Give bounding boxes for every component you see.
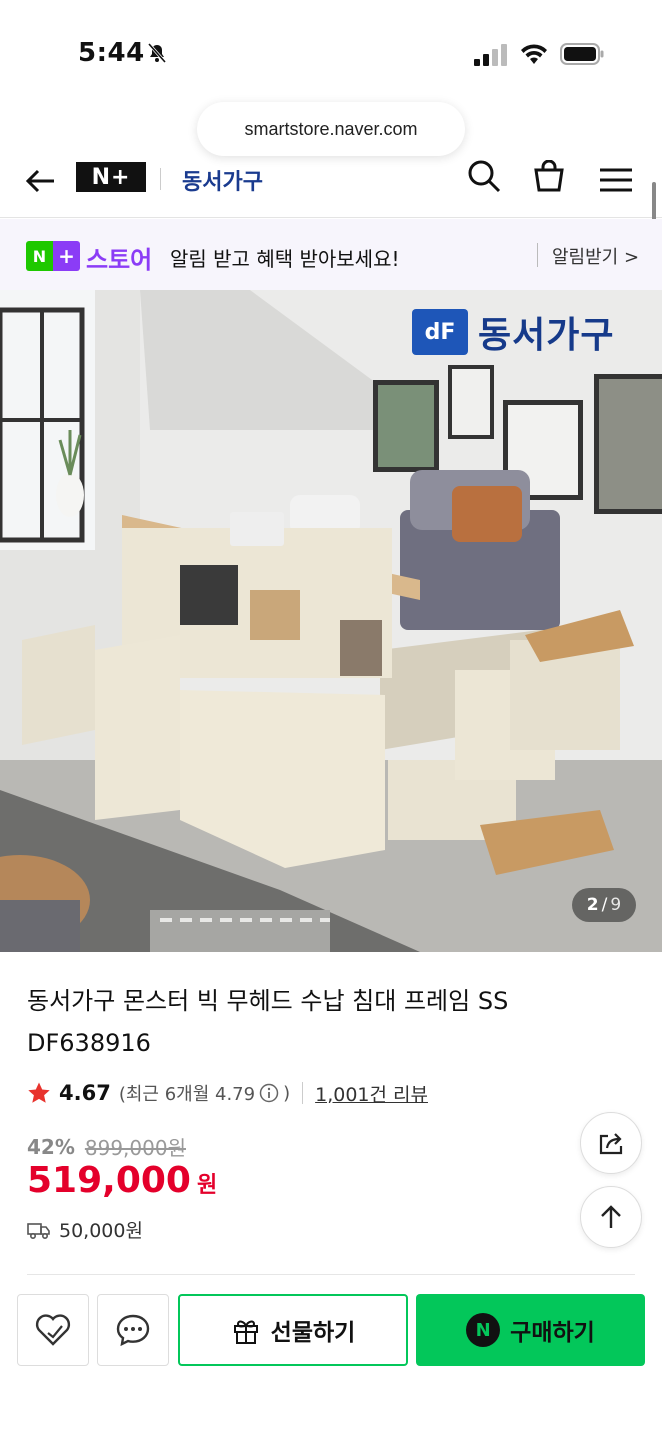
brand-logo-mark: dF xyxy=(412,309,468,355)
chat-bubble-icon xyxy=(116,1314,150,1347)
wifi-icon xyxy=(521,44,547,64)
naver-pay-icon: N xyxy=(466,1313,501,1347)
discount-row: 42% 899,000원 xyxy=(27,1132,186,1161)
info-icon[interactable] xyxy=(259,1083,279,1103)
shipping-fee: 50,000원 xyxy=(59,1220,143,1242)
nplus-n-mark: N xyxy=(26,241,53,271)
subscribe-alerts-link[interactable]: 알림받기 > xyxy=(552,243,639,269)
bottom-action-bar: 선물하기 N 구매하기 xyxy=(0,1278,662,1388)
battery-icon xyxy=(560,43,604,65)
rating-divider xyxy=(302,1082,304,1104)
site-header: N+ 동서가구 xyxy=(0,150,662,218)
star-icon xyxy=(28,1082,50,1103)
status-time: 5:44 xyxy=(78,38,145,68)
product-title-line: 동서가구 몬스터 빅 무헤드 수납 침대 프레임 SS xyxy=(27,987,509,1015)
back-arrow-icon[interactable] xyxy=(24,166,58,196)
product-image-gallery[interactable]: dF 동서가구 2 / 9 xyxy=(0,290,662,952)
buy-button[interactable]: N 구매하기 xyxy=(416,1294,645,1366)
image-current-index: 2 xyxy=(586,895,599,915)
share-button[interactable] xyxy=(580,1112,642,1174)
image-counter-separator: / xyxy=(601,895,608,915)
product-photo xyxy=(0,290,662,952)
brand-logo-text: 동서가구 xyxy=(478,315,615,356)
scroll-to-top-button[interactable] xyxy=(580,1186,642,1248)
status-bar: 5:44 xyxy=(0,0,662,100)
search-icon[interactable] xyxy=(466,158,502,194)
image-total-count: 9 xyxy=(610,895,622,915)
heart-icon xyxy=(35,1314,71,1346)
recent-rating-close: ) xyxy=(283,1082,291,1104)
content-divider xyxy=(27,1274,635,1275)
nplus-plus-mark: + xyxy=(53,241,80,271)
image-counter: 2 / 9 xyxy=(572,888,636,922)
cart-icon[interactable] xyxy=(530,160,568,194)
sale-price-unit: 원 xyxy=(196,1173,218,1198)
gift-button[interactable]: 선물하기 xyxy=(178,1294,408,1366)
menu-icon[interactable] xyxy=(598,164,634,192)
discount-rate: 42% xyxy=(27,1134,75,1159)
sale-price-row: 519,000 원 xyxy=(27,1160,217,1201)
naver-plus-logo[interactable]: N+ xyxy=(76,162,146,192)
notification-banner[interactable]: N + 스토어 알림 받고 혜택 받아보세요! 알림받기 > xyxy=(0,219,662,290)
buy-button-label: 구매하기 xyxy=(510,1320,595,1346)
notice-message: 알림 받고 혜택 받아보세요! xyxy=(170,247,400,271)
notice-divider xyxy=(537,243,538,267)
rating-row: 4.67 (최근 6개월 4.79 ) 1,001건 리뷰 xyxy=(27,1078,428,1108)
shipping-fee-row: 50,000원 xyxy=(27,1216,143,1243)
store-label: 스토어 xyxy=(86,246,153,274)
gift-icon xyxy=(233,1320,258,1344)
review-count-link[interactable]: 1,001건 리뷰 xyxy=(315,1080,428,1107)
product-title: 동서가구 몬스터 빅 무헤드 수납 침대 프레임 SS DF638916 xyxy=(27,980,547,1064)
arrow-up-icon xyxy=(601,1205,621,1228)
talk-talk-button[interactable] xyxy=(97,1294,169,1366)
rating-score: 4.67 xyxy=(59,1081,111,1105)
bell-muted-icon xyxy=(147,43,167,63)
cellular-signal-icon xyxy=(474,44,507,66)
header-divider xyxy=(160,168,161,190)
nplus-store-badge: N + xyxy=(26,241,80,271)
wishlist-button[interactable] xyxy=(17,1294,89,1366)
truck-icon xyxy=(27,1222,50,1239)
gift-button-label: 선물하기 xyxy=(270,1320,356,1346)
header-brand-name[interactable]: 동서가구 xyxy=(182,164,263,196)
address-bar[interactable]: smartstore.naver.com xyxy=(197,102,465,156)
recent-rating-text: (최근 6개월 4.79 xyxy=(118,1084,256,1105)
product-model-code: DF638916 xyxy=(27,1029,151,1057)
recent-rating: (최근 6개월 4.79 ) xyxy=(119,1080,290,1106)
original-price: 899,000원 xyxy=(84,1136,186,1160)
brand-watermark-logo: dF 동서가구 xyxy=(412,306,614,358)
sale-price: 519,000 xyxy=(27,1160,191,1201)
share-icon xyxy=(599,1133,623,1155)
